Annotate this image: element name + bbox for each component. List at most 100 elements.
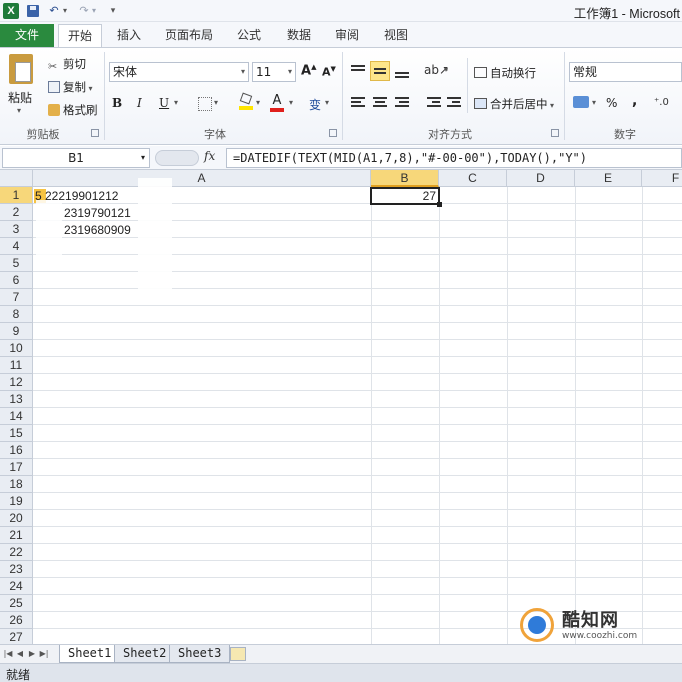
row-header-24[interactable]: 24 — [0, 578, 33, 595]
align-left-icon[interactable] — [348, 93, 368, 113]
font-name-select[interactable]: 宋体 ▾ — [109, 62, 249, 82]
fill-color-icon[interactable] — [239, 92, 253, 110]
row-header-11[interactable]: 11 — [0, 357, 33, 374]
accounting-format-icon[interactable] — [573, 96, 589, 108]
first-sheet-icon[interactable]: |◀ — [3, 647, 13, 661]
fill-color-dropdown-icon[interactable]: ▾ — [256, 98, 260, 107]
increase-decimal-icon[interactable]: ⁺.0 — [654, 97, 669, 108]
sheet-tab-sheet3[interactable]: Sheet3 — [169, 645, 231, 663]
tab-home[interactable]: 开始 — [58, 24, 102, 48]
column-header-d[interactable]: D — [507, 170, 575, 187]
align-bottom-icon[interactable] — [392, 61, 412, 81]
formula-input[interactable]: =DATEDIF(TEXT(MID(A1,7,8),"#-00-00"),TOD… — [226, 148, 682, 168]
row-header-19[interactable]: 19 — [0, 493, 33, 510]
tab-file[interactable]: 文件 — [0, 24, 54, 47]
font-color-dropdown-icon[interactable]: ▾ — [289, 98, 293, 107]
cut-button[interactable]: ✂ 剪切 — [48, 56, 86, 73]
tab-page-layout[interactable]: 页面布局 — [158, 24, 220, 47]
save-icon[interactable] — [25, 3, 41, 19]
row-header-1[interactable]: 1 — [0, 187, 33, 204]
paste-dropdown-icon[interactable]: ▾ — [17, 106, 21, 115]
font-launcher-icon[interactable] — [329, 129, 337, 137]
decrease-indent-icon[interactable] — [424, 93, 444, 113]
tab-review[interactable]: 审阅 — [326, 24, 368, 47]
font-size-select[interactable]: 11 ▾ — [252, 62, 296, 82]
bold-button[interactable]: B — [112, 96, 122, 110]
row-header-27[interactable]: 27 — [0, 629, 33, 644]
alignment-launcher-icon[interactable] — [551, 129, 559, 137]
tab-view[interactable]: 视图 — [375, 24, 417, 47]
border-dropdown-icon[interactable]: ▾ — [214, 98, 218, 107]
select-all-corner[interactable] — [0, 170, 33, 187]
grow-font-button[interactable]: A▲ — [301, 63, 316, 78]
percent-button[interactable]: % — [606, 96, 617, 110]
align-top-icon[interactable] — [348, 61, 368, 81]
phonetic-dropdown-icon[interactable]: ▾ — [325, 98, 329, 107]
insert-function-button[interactable]: fx — [204, 149, 215, 163]
row-header-22[interactable]: 22 — [0, 544, 33, 561]
font-color-icon[interactable]: A — [270, 93, 284, 112]
paste-button[interactable]: 粘贴 — [8, 89, 32, 106]
row-header-18[interactable]: 18 — [0, 476, 33, 493]
underline-dropdown-icon[interactable]: ▾ — [174, 98, 178, 107]
copy-button[interactable]: 复制 ▾ — [48, 79, 93, 95]
tab-data[interactable]: 数据 — [278, 24, 320, 47]
row-header-20[interactable]: 20 — [0, 510, 33, 527]
row-header-26[interactable]: 26 — [0, 612, 33, 629]
row-header-21[interactable]: 21 — [0, 527, 33, 544]
fill-handle[interactable] — [437, 202, 442, 207]
row-header-13[interactable]: 13 — [0, 391, 33, 408]
prev-sheet-icon[interactable]: ◀ — [15, 647, 25, 661]
align-middle-icon[interactable] — [370, 61, 390, 81]
column-header-b[interactable]: B — [371, 170, 439, 187]
row-header-16[interactable]: 16 — [0, 442, 33, 459]
row-header-17[interactable]: 17 — [0, 459, 33, 476]
undo-icon[interactable]: ↶ — [46, 3, 62, 19]
sheet-tab-sheet1[interactable]: Sheet1 — [59, 645, 121, 663]
row-header-8[interactable]: 8 — [0, 306, 33, 323]
last-sheet-icon[interactable]: ▶| — [39, 647, 49, 661]
row-header-12[interactable]: 12 — [0, 374, 33, 391]
phonetic-button[interactable]: 变 — [309, 96, 321, 113]
increase-indent-icon[interactable] — [444, 93, 464, 113]
format-painter-button[interactable]: 格式刷 — [48, 102, 98, 118]
row-header-3[interactable]: 3 — [0, 221, 33, 238]
row-header-9[interactable]: 9 — [0, 323, 33, 340]
tab-insert[interactable]: 插入 — [108, 24, 150, 47]
paste-icon[interactable] — [9, 54, 33, 84]
row-header-14[interactable]: 14 — [0, 408, 33, 425]
row-header-2[interactable]: 2 — [0, 204, 33, 221]
merge-center-button[interactable]: 合并后居中 ▾ — [474, 96, 554, 112]
name-box[interactable]: B1 ▾ — [2, 148, 150, 168]
excel-icon[interactable]: X — [3, 3, 19, 19]
accounting-dropdown-icon[interactable]: ▾ — [592, 98, 596, 107]
column-header-c[interactable]: C — [439, 170, 507, 187]
row-header-7[interactable]: 7 — [0, 289, 33, 306]
column-header-a[interactable]: A — [33, 170, 371, 187]
row-header-15[interactable]: 15 — [0, 425, 33, 442]
number-format-select[interactable]: 常规 — [569, 62, 682, 82]
italic-button[interactable]: I — [137, 96, 142, 110]
wrap-text-button[interactable]: 自动换行 — [474, 65, 536, 81]
row-header-25[interactable]: 25 — [0, 595, 33, 612]
customize-toolbar-icon[interactable]: ▾ — [108, 3, 118, 19]
redo-dropdown-icon[interactable]: ▾ — [90, 3, 98, 19]
sheet-tab-sheet2[interactable]: Sheet2 — [114, 645, 176, 663]
insert-sheet-icon[interactable] — [230, 647, 246, 661]
column-header-f[interactable]: F — [642, 170, 682, 187]
row-header-10[interactable]: 10 — [0, 340, 33, 357]
align-center-icon[interactable] — [370, 93, 390, 113]
row-header-4[interactable]: 4 — [0, 238, 33, 255]
undo-dropdown-icon[interactable]: ▾ — [61, 3, 69, 19]
row-header-5[interactable]: 5 — [0, 255, 33, 272]
formula-bar-resize-handle[interactable] — [155, 150, 199, 166]
worksheet-grid[interactable]: A B C D E F 1 2 3 4 5 6 7 8 9 10 11 12 13 14 15 16 17 18 1… — [0, 170, 682, 644]
column-header-e[interactable]: E — [575, 170, 642, 187]
clipboard-launcher-icon[interactable] — [91, 129, 99, 137]
align-right-icon[interactable] — [392, 93, 412, 113]
next-sheet-icon[interactable]: ▶ — [27, 647, 37, 661]
orientation-dropdown-icon[interactable]: ▾ — [444, 65, 448, 74]
shrink-font-button[interactable]: A▼ — [322, 65, 336, 79]
tab-formulas[interactable]: 公式 — [228, 24, 270, 47]
comma-button[interactable]: , — [632, 93, 637, 109]
